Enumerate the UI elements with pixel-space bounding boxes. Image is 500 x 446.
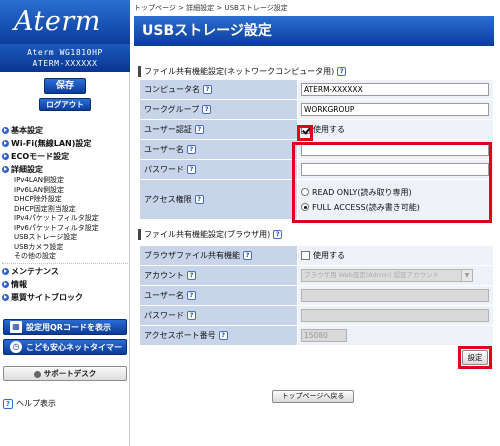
account-label: アカウント? [139, 265, 298, 286]
access-rights-label: アクセス権限? [139, 179, 298, 220]
subnav-ipv4-lan[interactable]: IPv4LAN側設定 [2, 176, 128, 186]
sidebar: Aterm Aterm WG1810HP ATERM-XXXXXX 保存 ログア… [0, 0, 130, 446]
help-link[interactable]: ? ヘルプ表示 [3, 398, 56, 409]
arrow-bullet-icon [2, 127, 9, 134]
browser-share-label: ブラウザファイル共有機能? [139, 245, 298, 266]
nav-basic-settings[interactable]: 基本設定 [2, 124, 128, 137]
access-port-input[interactable] [301, 329, 347, 342]
breadcrumb: トップページ > 詳細設定 > USBストレージ設定 [134, 4, 288, 12]
help-icon[interactable]: ? [186, 291, 196, 300]
browser-share-checkbox[interactable] [301, 251, 310, 260]
browser-username-input[interactable] [301, 289, 489, 302]
kids-timer-button[interactable]: ◷ こども安心ネットタイマー [3, 339, 127, 355]
arrow-bullet-icon [2, 166, 9, 173]
workgroup-label: ワークグループ? [139, 99, 298, 120]
help-icon[interactable]: ? [194, 125, 204, 134]
help-icon[interactable]: ? [186, 145, 196, 154]
subnav-dhcp-fixed[interactable]: DHCP固定割当設定 [2, 205, 128, 215]
qr-code-icon: ▦ [10, 321, 22, 333]
table-row: ワークグループ? [139, 99, 494, 120]
main-nav: 基本設定 Wi-Fi(無線LAN)設定 ECOモード設定 詳細設定 IPv4LA… [2, 124, 128, 304]
device-name: ATERM-XXXXXX [32, 59, 98, 68]
save-button[interactable]: 保存 [44, 78, 86, 94]
browser-password-label: パスワード? [139, 305, 298, 326]
subnav-other[interactable]: その他の設定 [2, 252, 128, 262]
back-to-top-button[interactable]: トップページへ戻る [272, 390, 354, 403]
section-title-network: ファイル共有機能設定(ネットワークコンピュータ用)? [138, 66, 347, 77]
apply-button[interactable]: 設定 [462, 350, 488, 365]
table-row: コンピュータ名? [139, 79, 494, 100]
arrow-bullet-icon [2, 153, 9, 160]
password-label: パスワード? [139, 159, 298, 180]
page-title: USBストレージ設定 [134, 16, 494, 46]
support-desk-button[interactable]: サポートデスク [3, 366, 127, 381]
table-row: アカウント? ブラウザ用 Web設定(Admin) 認証アカウント ▼ [139, 265, 494, 286]
user-auth-check-label: 使用する [313, 125, 345, 134]
workgroup-input[interactable] [301, 103, 489, 116]
help-icon[interactable]: ? [243, 251, 252, 260]
subnav-usb-storage[interactable]: USBストレージ設定 [2, 233, 128, 243]
subnav-ipv6-lan[interactable]: IPv6LAN側設定 [2, 186, 128, 196]
help-icon[interactable]: ? [218, 331, 228, 340]
subnav-usb-camera[interactable]: USBカメラ設定 [2, 243, 128, 253]
chevron-down-icon: ▼ [461, 270, 472, 281]
qr-code-button[interactable]: ▦ 設定用QRコードを表示 [3, 319, 127, 335]
help-icon[interactable]: ? [187, 311, 196, 320]
computer-name-input[interactable] [301, 83, 489, 96]
aterm-logo: Aterm [14, 6, 101, 37]
nav-divider [2, 262, 128, 264]
highlight-credentials [292, 142, 492, 223]
nav-advanced-settings[interactable]: 詳細設定 [2, 163, 128, 176]
nav-maintenance[interactable]: メンテナンス [2, 265, 128, 278]
arrow-bullet-icon [2, 140, 9, 147]
help-icon[interactable]: ? [187, 271, 196, 280]
logout-button[interactable]: ログアウト [39, 98, 91, 111]
browser-share-form: ブラウザファイル共有機能? 使用する アカウント? ブラウザ用 Web設定(Ad… [139, 245, 494, 346]
help-icon[interactable]: ? [194, 195, 204, 204]
help-icon[interactable]: ? [187, 165, 196, 174]
table-row: パスワード? [139, 305, 494, 326]
table-row: ユーザー名? [139, 285, 494, 306]
nav-info[interactable]: 情報 [2, 278, 128, 291]
nav-eco-mode[interactable]: ECOモード設定 [2, 150, 128, 163]
arrow-bullet-icon [2, 280, 9, 288]
arrow-bullet-icon [2, 267, 9, 275]
subnav-ipv4-filter[interactable]: IPv4パケットフィルタ設定 [2, 214, 128, 224]
help-icon[interactable]: ? [273, 230, 283, 239]
access-port-label: アクセスポート番号? [139, 325, 298, 346]
table-row: ユーザー認証? 使用する [139, 119, 494, 140]
user-auth-label: ユーザー認証? [139, 119, 298, 140]
help-icon[interactable]: ? [202, 105, 212, 114]
help-icon[interactable]: ? [203, 85, 212, 94]
browser-password-input[interactable] [301, 309, 489, 322]
arrow-bullet-icon [2, 293, 9, 301]
timer-icon: ◷ [10, 341, 22, 353]
browser-username-label: ユーザー名? [139, 285, 298, 306]
subnav-dhcp-exclude[interactable]: DHCP除外設定 [2, 195, 128, 205]
support-circle-icon [33, 370, 41, 378]
brand-header: Aterm [0, 0, 130, 44]
nav-wifi-settings[interactable]: Wi-Fi(無線LAN)設定 [2, 137, 128, 150]
computer-name-label: コンピュータ名? [139, 79, 298, 100]
device-info: Aterm WG1810HP ATERM-XXXXXX [0, 44, 130, 72]
nav-malicious-site-block[interactable]: 悪質サイトブロック [2, 291, 128, 304]
help-icon[interactable]: ? [337, 67, 347, 76]
table-row: アクセスポート番号? [139, 325, 494, 346]
help-icon: ? [3, 398, 13, 409]
model-name: Aterm WG1810HP [27, 48, 103, 57]
section-title-browser: ファイル共有機能設定(ブラウザ用)? [138, 229, 283, 240]
account-select[interactable]: ブラウザ用 Web設定(Admin) 認証アカウント ▼ [301, 269, 473, 282]
highlight-auth-checkbox [297, 125, 313, 141]
username-label: ユーザー名? [139, 139, 298, 160]
table-row: ブラウザファイル共有機能? 使用する [139, 245, 494, 266]
subnav-ipv6-filter[interactable]: IPv6パケットフィルタ設定 [2, 224, 128, 234]
